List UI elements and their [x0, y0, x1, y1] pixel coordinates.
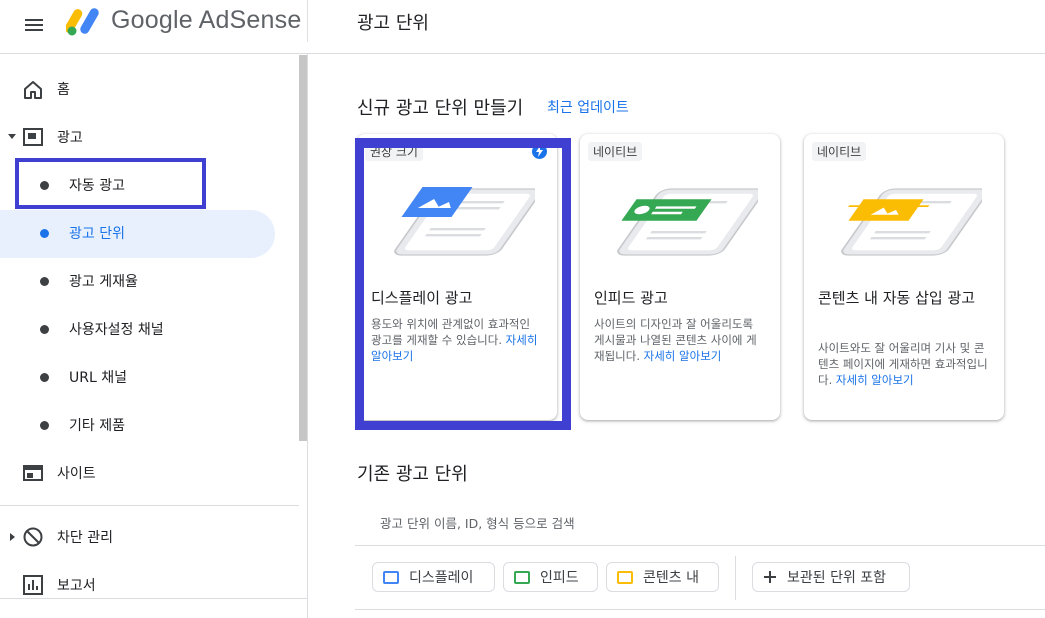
card-description: 사이트의 디자인과 잘 어울리도록 게시물과 나열된 콘텐츠 사이에 게재됩니다… — [594, 317, 757, 363]
bullet-icon — [40, 229, 49, 238]
infeed-format-icon — [514, 570, 530, 584]
native-chip: 네이티브 — [588, 142, 643, 161]
sidebar-item-label: 보고서 — [57, 578, 96, 594]
filter-divider — [735, 556, 736, 600]
sites-icon — [23, 465, 43, 481]
sidebar-item-blocking-controls[interactable]: 차단 관리 — [0, 517, 299, 557]
bullet-icon — [40, 421, 49, 430]
bullet-icon — [40, 277, 49, 286]
sidebar-item-ads[interactable]: 광고 — [0, 117, 299, 157]
sidebar-item-label: 차단 관리 — [57, 530, 113, 546]
sidebar-divider — [0, 598, 307, 599]
card-title: 콘텐츠 내 자동 삽입 광고 — [818, 289, 976, 307]
new-ad-unit-section-title: 신규 광고 단위 만들기 — [357, 98, 524, 119]
sidebar-item-label: 광고 — [57, 130, 83, 146]
sidebar-item-label: 기타 제품 — [69, 418, 125, 434]
sidebar-scrollbar[interactable] — [299, 55, 307, 441]
bullet-icon — [40, 373, 49, 382]
sidebar-item-label: 홈 — [57, 82, 70, 98]
card-title: 디스플레이 광고 — [371, 289, 473, 307]
menu-icon[interactable] — [22, 13, 46, 37]
top-app-bar: Google AdSense 광고 단위 — [0, 0, 1045, 54]
filter-label: 보관된 단위 포함 — [787, 570, 887, 586]
existing-ad-units-section-title: 기존 광고 단위 — [357, 464, 468, 485]
filter-infeed-button[interactable]: 인피드 — [503, 562, 598, 592]
card-description: 용도와 위치에 관계없이 효과적인 광고를 게재할 수 있습니다. 자세히 알아… — [371, 317, 538, 363]
infeed-ads-card[interactable]: 네이티브 인피드 광고 사이트의 디자인과 잘 어울리도록 게시물과 나열된 콘… — [580, 134, 780, 420]
caret-down-icon[interactable] — [8, 134, 16, 140]
filter-label: 콘텐츠 내 — [643, 570, 699, 586]
sidebar-item-sites[interactable]: 사이트 — [0, 453, 299, 493]
sidebar-item-reports[interactable]: 보고서 — [0, 565, 299, 605]
filter-label: 디스플레이 — [409, 570, 474, 586]
display-ad-illustration-icon — [394, 186, 535, 256]
in-article-ads-card[interactable]: 네이티브 콘텐츠 내 자동 삽입 광고 사이트와도 잘 어울리며 기사 및 콘텐… — [804, 134, 1004, 420]
table-top-border — [355, 609, 1045, 610]
in-article-format-icon — [617, 570, 633, 584]
search-input[interactable]: 광고 단위 이름, ID, 형식 등으로 검색 — [380, 513, 575, 532]
sidebar-item-url-channels[interactable]: URL 채널 — [0, 357, 299, 397]
header-divider — [307, 0, 308, 42]
reports-icon — [23, 575, 43, 595]
sidebar-item-ad-balance[interactable]: 광고 게재율 — [0, 261, 299, 301]
include-archived-button[interactable]: 보관된 단위 포함 — [752, 562, 910, 592]
sidebar-item-other-products[interactable]: 기타 제품 — [0, 405, 299, 445]
sidebar-item-label: 광고 단위 — [69, 226, 125, 242]
recommended-size-chip: 권장 크기 — [365, 142, 423, 161]
sidebar-item-label: 사이트 — [57, 466, 96, 482]
display-format-icon — [383, 570, 399, 584]
display-ads-card[interactable]: 권장 크기 디스플레이 광고 용도와 위치에 관계없이 효과적인 광고를 게재할… — [357, 134, 557, 420]
bullet-icon — [40, 325, 49, 334]
sidebar-item-label: URL 채널 — [69, 370, 127, 386]
highlight-frame-ad-units — [15, 158, 206, 209]
in-article-ad-illustration-icon — [841, 188, 982, 256]
recent-updates-link[interactable]: 최근 업데이트 — [547, 97, 629, 117]
sidebar-divider — [0, 505, 299, 506]
card-description: 사이트와도 잘 어울리며 기사 및 콘텐츠 페이지에 게재하면 효과적입니다. … — [818, 341, 988, 387]
caret-right-icon[interactable] — [10, 533, 16, 541]
sidebar-item-home[interactable]: 홈 — [0, 69, 299, 109]
adsense-logo-icon — [66, 8, 99, 36]
sidebar: 홈 광고 자동 광고 광고 단위 광고 게재율 사용자설정 채널 URL 채널 … — [0, 54, 308, 618]
card-title: 인피드 광고 — [594, 289, 668, 307]
filter-label: 인피드 — [540, 570, 579, 586]
learn-more-link[interactable]: 자세히 알아보기 — [644, 349, 722, 363]
filter-in-article-button[interactable]: 콘텐츠 내 — [606, 562, 719, 592]
home-icon — [24, 81, 42, 99]
filter-display-button[interactable]: 디스플레이 — [372, 562, 495, 592]
sidebar-item-label: 사용자설정 채널 — [69, 322, 164, 338]
infeed-ad-illustration-icon — [617, 188, 758, 256]
search-underline — [355, 545, 1045, 546]
sidebar-item-custom-channels[interactable]: 사용자설정 채널 — [0, 309, 299, 349]
brand-name[interactable]: Google AdSense — [111, 6, 301, 35]
page-title: 광고 단위 — [357, 13, 429, 34]
native-chip: 네이티브 — [812, 142, 867, 161]
sidebar-item-ad-units[interactable]: 광고 단위 — [0, 213, 299, 253]
learn-more-link[interactable]: 자세히 알아보기 — [836, 373, 914, 387]
block-icon — [23, 527, 43, 547]
plus-icon — [764, 571, 776, 583]
sidebar-item-label: 광고 게재율 — [69, 274, 138, 290]
bolt-icon — [532, 144, 547, 159]
ad-unit-icon — [23, 128, 43, 146]
